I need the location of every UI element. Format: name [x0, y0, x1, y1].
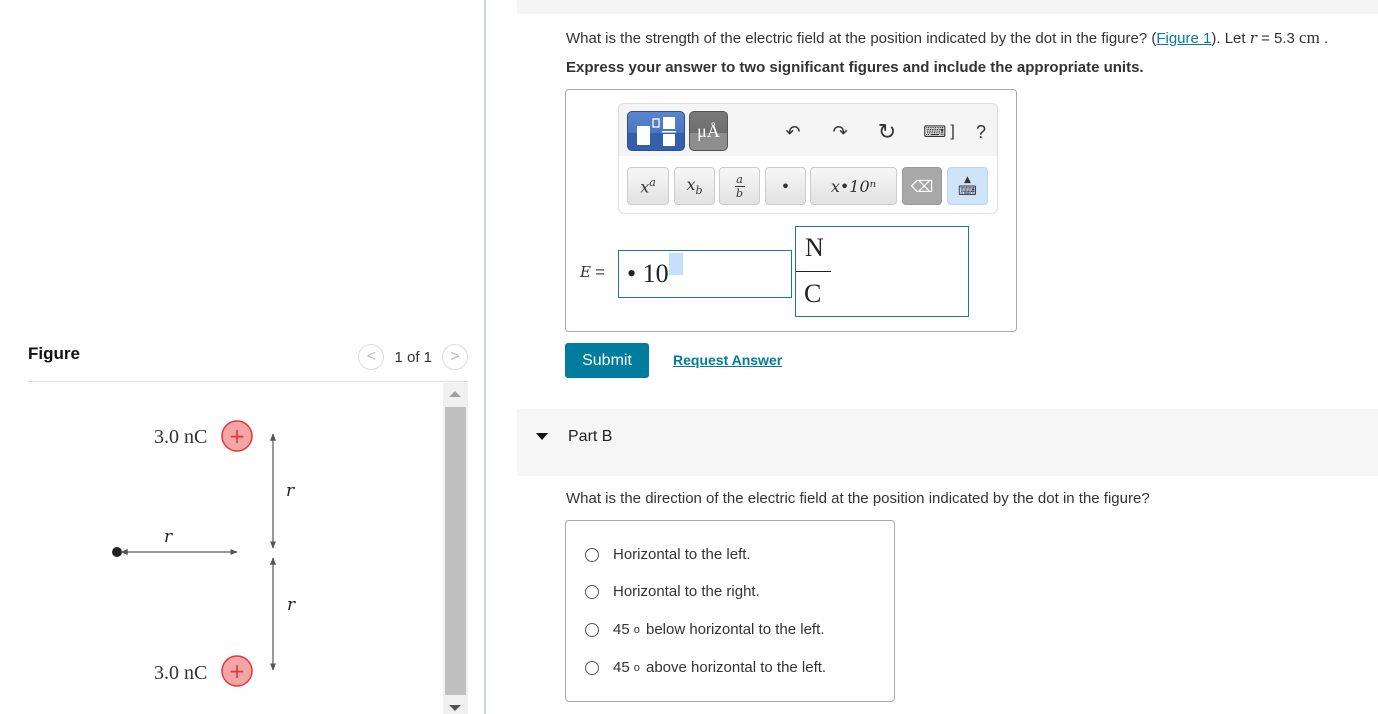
undo-button[interactable]: ↶	[781, 120, 805, 144]
figure-link[interactable]: Figure 1	[1156, 30, 1211, 47]
fraction-numerator: a	[736, 172, 743, 186]
delete-button[interactable]: ⌫	[902, 167, 942, 205]
undo-icon: ↶	[785, 121, 801, 142]
scientific-notation-icon: x•10ⁿ	[830, 176, 877, 196]
answer-unit-input[interactable]: N C	[795, 226, 969, 317]
figure-panel: Figure < 1 of 1 > 3.0 nC + 3.0 nC + r r …	[0, 0, 484, 714]
redo-icon: ↷	[832, 121, 848, 142]
figure-page-indicator: 1 of 1	[394, 348, 432, 366]
radio-button[interactable]	[585, 660, 599, 675]
distance-label-top: r	[286, 481, 295, 501]
figure-pagination: < 1 of 1 >	[358, 344, 468, 370]
templates-button[interactable]	[627, 111, 685, 151]
part-a-header-band	[517, 0, 1378, 14]
subscript-icon: xb	[686, 174, 703, 198]
keyboard-icon: ⌨	[958, 184, 977, 199]
scrollbar-thumb[interactable]	[445, 407, 466, 695]
next-figure-button[interactable]: >	[442, 344, 468, 370]
option-horizontal-right[interactable]: Horizontal to the right.	[585, 583, 760, 600]
scroll-down-arrow-icon[interactable]	[449, 705, 461, 711]
part-b-title: Part B	[568, 428, 613, 445]
answer-value-input[interactable]: • 10	[618, 250, 792, 298]
panel-divider[interactable]	[484, 0, 486, 714]
unit-numerator: N	[805, 233, 824, 262]
charge-diagram: 3.0 nC + 3.0 nC + r r r	[112, 420, 296, 687]
scroll-up-arrow-icon[interactable]	[449, 391, 461, 397]
fraction-denominator: b	[735, 186, 744, 200]
redo-button[interactable]: ↷	[828, 120, 852, 144]
radio-button[interactable]	[585, 584, 599, 599]
dot-button[interactable]: •	[765, 167, 806, 205]
part-a-question: What is the strength of the electric fie…	[566, 28, 1329, 47]
field-point-dot	[112, 547, 122, 557]
answer-box: μÅ ↶ ↷ ↻ ⌨] ? xa xb a b • x•10ⁿ ⌫ ▲ ⌨ E …	[565, 89, 1017, 332]
keyboard-icon: ⌨	[923, 124, 947, 141]
keyboard-shortcuts-button[interactable]: ⌨]	[919, 120, 959, 144]
collapse-caret-icon[interactable]	[536, 433, 548, 440]
previous-figure-button[interactable]: <	[358, 344, 385, 370]
subscript-button[interactable]: xb	[674, 167, 715, 205]
superscript-button[interactable]: xa	[627, 167, 669, 205]
charge-bottom-label: 3.0 nC	[154, 662, 207, 684]
distance-label-horizontal: r	[164, 527, 173, 547]
chevron-right-icon: >	[450, 348, 460, 365]
radio-button[interactable]	[585, 547, 599, 562]
reset-button[interactable]: ↻	[875, 119, 899, 144]
superscript-icon: xa	[640, 175, 656, 197]
plus-icon: +	[229, 424, 246, 448]
unit-denominator: C	[804, 279, 822, 308]
units-button[interactable]: μÅ	[689, 111, 728, 151]
figure-scrollbar[interactable]	[443, 383, 468, 714]
radio-button[interactable]	[585, 622, 599, 637]
part-a-instruction: Express your answer to two significant f…	[566, 59, 1144, 76]
unit-fraction-bar	[796, 271, 831, 272]
part-b-question: What is the direction of the electric fi…	[566, 490, 1150, 507]
direction-options: Horizontal to the left. Horizontal to th…	[565, 520, 895, 702]
figure-canvas: 3.0 nC + 3.0 nC + r r r	[28, 382, 444, 714]
answer-label: E =	[580, 263, 605, 281]
option-45-below-left[interactable]: 45 o below horizontal to the left.	[585, 621, 824, 638]
scientific-notation-button[interactable]: x•10ⁿ	[810, 167, 897, 205]
request-answer-link[interactable]: Request Answer	[673, 352, 782, 368]
plus-icon: +	[229, 659, 246, 683]
help-button[interactable]: ?	[969, 120, 993, 144]
keyboard-toggle-button[interactable]: ▲ ⌨	[947, 167, 988, 205]
option-45-above-left[interactable]: 45 o above horizontal to the left.	[585, 659, 826, 676]
figure-header: Figure < 1 of 1 >	[28, 340, 468, 380]
submit-button[interactable]: Submit	[565, 343, 649, 378]
fraction-button[interactable]: a b	[719, 167, 760, 205]
reset-icon: ↻	[877, 119, 897, 144]
templates-icon	[637, 117, 676, 146]
charge-top-label: 3.0 nC	[154, 426, 207, 448]
part-b-header[interactable]: Part B	[517, 409, 1378, 476]
option-horizontal-left[interactable]: Horizontal to the left.	[585, 546, 751, 563]
dot-icon: •	[780, 176, 791, 196]
help-icon: ?	[975, 121, 986, 142]
positive-charge-top: +	[221, 420, 253, 452]
distance-label-bottom: r	[287, 595, 296, 615]
positive-charge-bottom: +	[221, 655, 253, 687]
backspace-icon: ⌫	[910, 176, 934, 196]
units-icon: μÅ	[697, 120, 720, 141]
chevron-left-icon: <	[366, 348, 377, 365]
figure-title: Figure	[28, 344, 80, 363]
math-toolbar: μÅ ↶ ↷ ↻ ⌨] ? xa xb a b • x•10ⁿ ⌫ ▲ ⌨	[618, 103, 998, 214]
answer-value-text: • 10	[627, 259, 669, 288]
exponent-cursor[interactable]	[668, 253, 683, 275]
